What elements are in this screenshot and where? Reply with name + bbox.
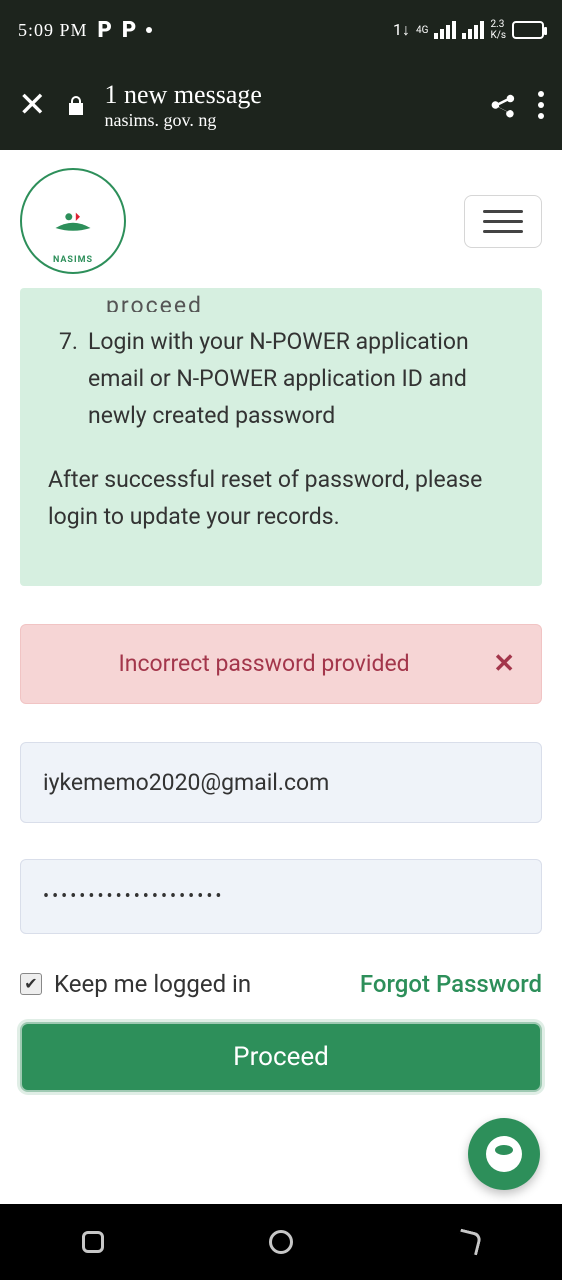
site-header: NASIMS: [0, 150, 562, 288]
logo-abbr: NASIMS: [53, 255, 93, 265]
signal-icon-2: [462, 21, 484, 39]
checkbox-checked-icon[interactable]: ✔: [20, 973, 42, 995]
instructions-cutoff-text: proceed: [48, 288, 514, 312]
lock-icon: [67, 95, 85, 115]
more-icon[interactable]: [538, 91, 544, 119]
logo-graphic-icon: [46, 207, 100, 235]
dismiss-alert-button[interactable]: ✕: [487, 649, 521, 679]
battery-icon: [512, 21, 544, 39]
error-alert-text: Incorrect password provided: [41, 650, 487, 677]
recent-apps-button[interactable]: [82, 1231, 104, 1253]
clock: 5:09 PM: [18, 20, 88, 41]
status-left: 5:09 PM P P: [18, 18, 393, 43]
keep-logged-in-option[interactable]: ✔ Keep me logged in: [20, 970, 251, 998]
page-title-wrap: 1 new message nasims. gov. ng: [105, 80, 469, 131]
download-icon: 1↓: [393, 20, 410, 40]
notif-icon-p1: P: [98, 18, 112, 43]
close-icon[interactable]: ✕: [18, 88, 47, 122]
notif-icon-p2: P: [122, 18, 136, 43]
page-title: 1 new message: [105, 80, 469, 110]
instruction-number: 7.: [48, 324, 78, 434]
data-speed: 2.3K/s: [490, 19, 506, 41]
proceed-button[interactable]: Proceed: [20, 1022, 542, 1092]
signal-icon-1: [434, 21, 456, 39]
network-type: 4G: [416, 25, 428, 36]
hamburger-menu-button[interactable]: [464, 195, 542, 248]
chat-fab-button[interactable]: [468, 1118, 540, 1190]
page-content: proceed 7. Login with your N-POWER appli…: [0, 288, 562, 1204]
chat-bubble-icon: [486, 1136, 522, 1172]
instructions-panel: proceed 7. Login with your N-POWER appli…: [20, 288, 542, 586]
share-icon[interactable]: [488, 90, 518, 120]
instructions-footer: After successful reset of password, plea…: [48, 462, 514, 536]
instruction-item-7: 7. Login with your N-POWER application e…: [48, 324, 514, 434]
back-button[interactable]: [458, 1231, 480, 1253]
form-options-row: ✔ Keep me logged in Forgot Password: [20, 970, 542, 998]
forgot-password-link[interactable]: Forgot Password: [360, 970, 542, 998]
instruction-text: Login with your N-POWER application emai…: [88, 324, 514, 434]
status-right: 1↓ 4G 2.3K/s: [393, 19, 544, 41]
nasims-logo[interactable]: NASIMS: [20, 168, 126, 274]
android-nav-bar: [0, 1204, 562, 1280]
notif-dot-icon: [146, 27, 152, 33]
page-url: nasims. gov. ng: [105, 110, 469, 131]
home-button[interactable]: [269, 1230, 293, 1254]
browser-app-bar: ✕ 1 new message nasims. gov. ng: [0, 60, 562, 150]
password-field[interactable]: ••••••••••••••••••••: [20, 859, 542, 934]
error-alert: Incorrect password provided ✕: [20, 624, 542, 704]
email-field[interactable]: iykememo2020@gmail.com: [20, 742, 542, 823]
keep-logged-in-label: Keep me logged in: [54, 970, 251, 998]
android-status-bar: 5:09 PM P P 1↓ 4G 2.3K/s: [0, 0, 562, 60]
